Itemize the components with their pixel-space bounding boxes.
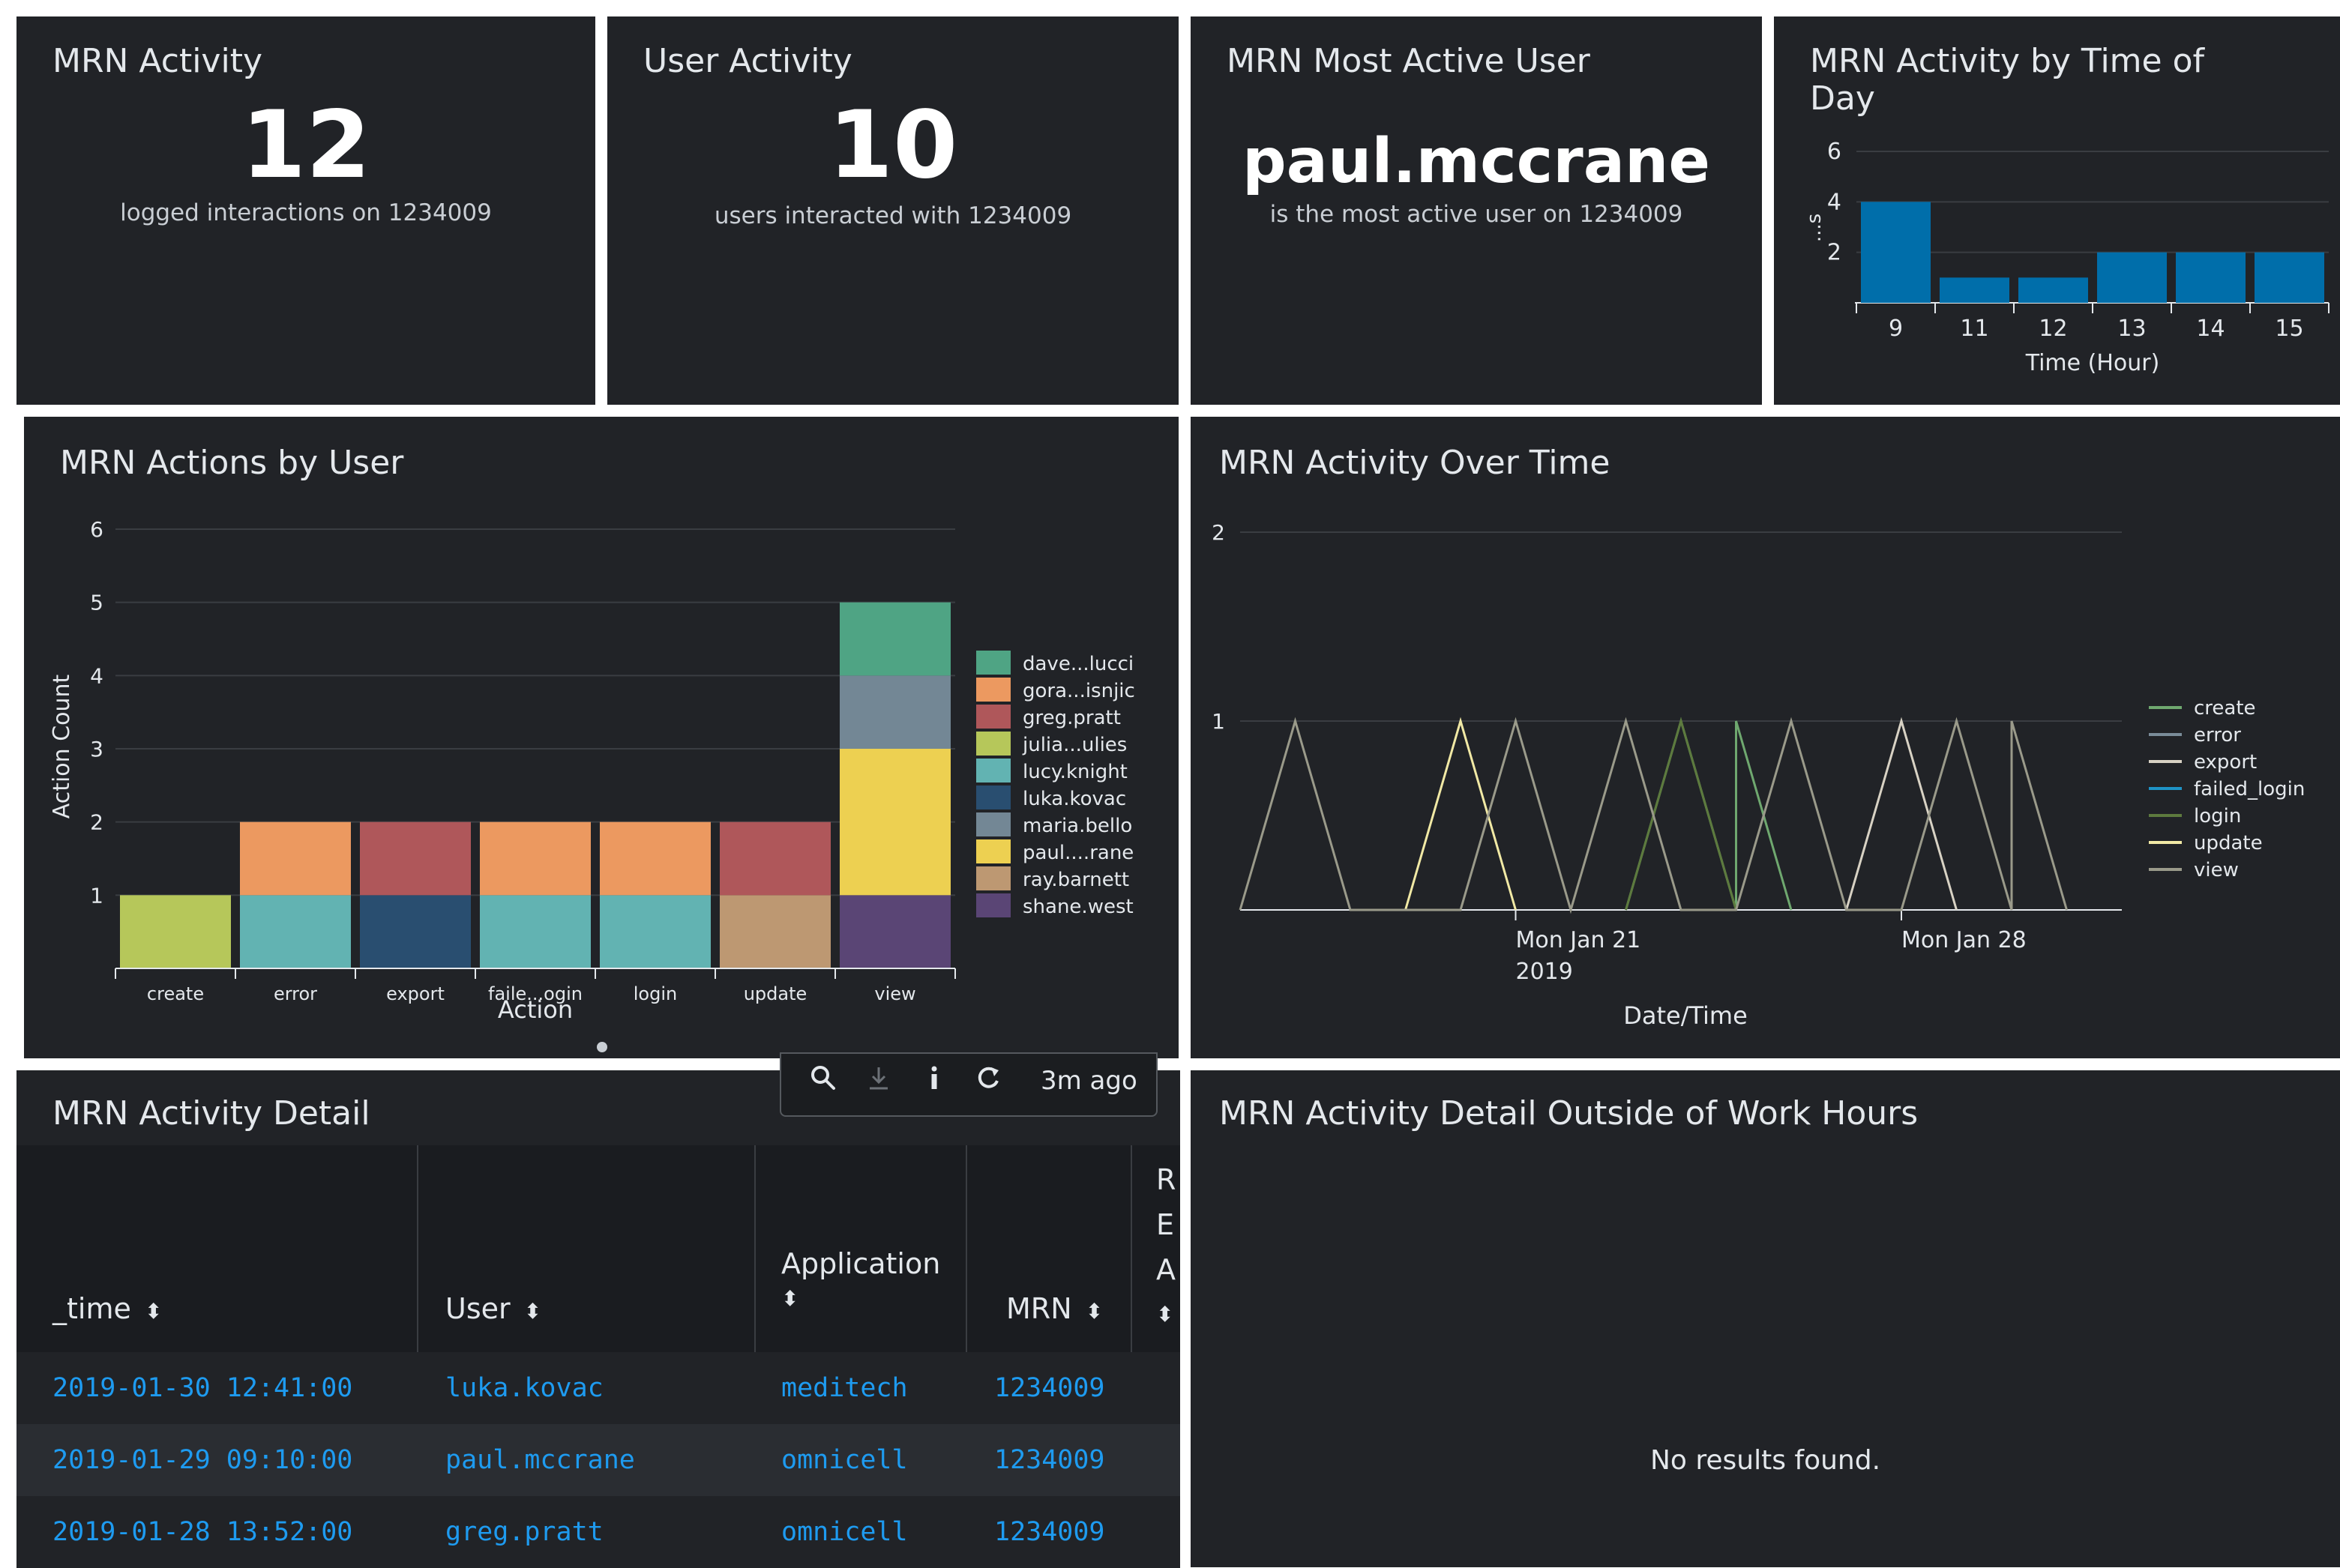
search-icon[interactable]: [808, 1063, 838, 1100]
cell-mrn[interactable]: 1234009: [994, 1445, 1105, 1475]
series-line: [1625, 717, 1737, 911]
activity-over-time-chart[interactable]: 1 2 Mon Jan 21 2019 Mon Jan 28 Date/Time creat…: [1191, 417, 2340, 1058]
x-tick-label: 12: [2039, 316, 2067, 342]
info-icon[interactable]: [919, 1063, 949, 1100]
x-tick-label: 14: [2196, 316, 2225, 342]
y-tick-label: 6: [1827, 139, 1841, 165]
sort-icon[interactable]: ⬍: [781, 1286, 940, 1311]
x-tick-label: 2019: [1516, 959, 1573, 985]
x-tick-label: 13: [2117, 316, 2146, 342]
x-tick-label: 11: [1960, 316, 1988, 342]
cell-time[interactable]: 2019-01-30 12:41:00: [52, 1373, 352, 1403]
table-row[interactable]: 2019-01-30 12:41:00 luka.kovac meditech …: [16, 1352, 1180, 1424]
y-tick-label: 2: [1827, 240, 1841, 266]
column-header-user[interactable]: User ⬍: [445, 1292, 541, 1325]
refresh-timestamp: 3m ago: [1041, 1066, 1137, 1096]
download-icon[interactable]: [864, 1063, 894, 1100]
empty-state-message: No results found.: [1649, 1445, 1881, 1476]
refresh-icon[interactable]: [973, 1063, 1003, 1100]
y-tick-label: 4: [1827, 189, 1841, 215]
legend-label: login: [2194, 805, 2241, 827]
bar: [1861, 202, 1931, 303]
x-axis-title: Time (Hour): [2025, 350, 2160, 376]
activity-over-time-panel: MRN Activity Over Time 1 2 Mon Jan 21 2019 M…: [1191, 417, 2340, 1058]
cell-mrn[interactable]: 1234009: [994, 1517, 1105, 1547]
bar: [2176, 252, 2246, 303]
series-line: [1845, 717, 1958, 911]
bar: [2097, 252, 2167, 303]
sort-icon[interactable]: ⬍: [1086, 1299, 1103, 1324]
single-value-caption: is the most active user on 1234009: [1269, 201, 1683, 228]
legend-label: update: [2194, 832, 2263, 854]
y-tick-label: 2: [1212, 520, 1225, 545]
panel-title: MRN Activity Detail Outside of Work Hour…: [1219, 1094, 1919, 1133]
column-header-clipped[interactable]: R E A ⬍: [1156, 1157, 1176, 1337]
cell-application[interactable]: meditech: [781, 1373, 908, 1403]
legend-label: create: [2194, 697, 2256, 720]
legend-label: export: [2194, 751, 2257, 774]
column-divider[interactable]: [417, 1145, 418, 1352]
column-divider[interactable]: [1131, 1145, 1132, 1352]
most-active-user-panel: MRN Most Active User paul.mccrane is the…: [1191, 16, 1762, 405]
panel-title: MRN Most Active User: [1227, 42, 1590, 80]
x-tick-label: 9: [1889, 316, 1903, 342]
column-header-application[interactable]: Application ⬍: [781, 1247, 940, 1311]
outside-work-hours-panel: MRN Activity Detail Outside of Work Hour…: [1191, 1070, 2340, 1567]
column-header-time[interactable]: _time ⬍: [52, 1292, 162, 1325]
bar: [2018, 277, 2088, 303]
legend-label: failed_login: [2194, 778, 2305, 800]
table-row[interactable]: 2019-01-28 13:52:00 greg.pratt omnicell …: [16, 1496, 1180, 1568]
series-line: [1404, 717, 1517, 911]
cell-application[interactable]: omnicell: [781, 1445, 908, 1475]
cell-user[interactable]: luka.kovac: [445, 1373, 604, 1403]
sort-icon[interactable]: ⬍: [145, 1299, 162, 1324]
column-divider[interactable]: [754, 1145, 756, 1352]
table-row[interactable]: 2019-01-29 09:10:00 paul.mccrane omnicel…: [16, 1424, 1180, 1496]
series-line: [1239, 717, 2068, 914]
y-tick-label: 1: [1212, 709, 1225, 734]
column-divider[interactable]: [966, 1145, 967, 1352]
cell-application[interactable]: omnicell: [781, 1517, 908, 1547]
bar: [1940, 277, 2009, 303]
x-tick-label: 15: [2275, 316, 2303, 342]
column-header-mrn[interactable]: MRN ⬍: [1006, 1292, 1103, 1325]
time-of-day-chart[interactable]: 2 4 6 ...s 9 11 12 13 14 15 Time (Hour): [1774, 16, 2340, 405]
bar: [2255, 252, 2324, 303]
panel-toolbar: 3m ago: [780, 1052, 1158, 1117]
cell-user[interactable]: greg.pratt: [445, 1517, 604, 1547]
legend-label: view: [2194, 859, 2239, 881]
sort-icon[interactable]: ⬍: [1156, 1292, 1176, 1337]
cell-user[interactable]: paul.mccrane: [445, 1445, 635, 1475]
x-axis-title: Date/Time: [1623, 1001, 1748, 1030]
legend-label: error: [2194, 724, 2241, 747]
y-axis-title: ...s: [1803, 214, 1826, 242]
cell-mrn[interactable]: 1234009: [994, 1373, 1105, 1403]
x-tick-label: Mon Jan 28: [1901, 927, 2027, 953]
sort-icon[interactable]: ⬍: [524, 1299, 541, 1324]
detail-table: _time ⬍ User ⬍ Application ⬍ MRN ⬍ R E A…: [16, 0, 1180, 1568]
cell-time[interactable]: 2019-01-29 09:10:00: [52, 1445, 352, 1475]
time-of-day-panel: MRN Activity by Time of Day 2 4 6 ...s 9 11 12…: [1774, 16, 2340, 405]
x-tick-label: Mon Jan 21: [1516, 927, 1641, 953]
cell-time[interactable]: 2019-01-28 13:52:00: [52, 1517, 352, 1547]
single-value[interactable]: paul.mccrane: [1191, 126, 1762, 197]
table-header: _time ⬍ User ⬍ Application ⬍ MRN ⬍ R E A…: [16, 1145, 1180, 1352]
